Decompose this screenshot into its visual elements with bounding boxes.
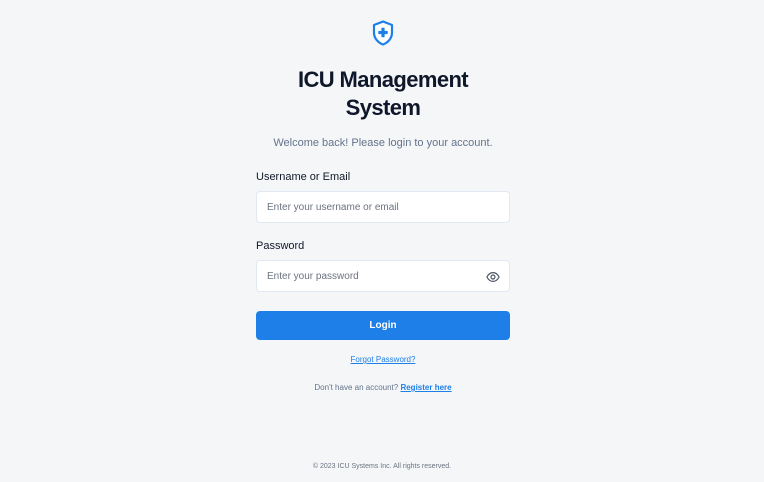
username-input[interactable] <box>257 192 509 222</box>
username-field-container <box>256 191 510 223</box>
register-row: Don't have an account? Register here <box>256 382 510 394</box>
password-label: Password <box>256 240 305 252</box>
forgot-password-link[interactable]: Forgot Password? <box>351 355 416 364</box>
register-link[interactable]: Register here <box>400 383 451 392</box>
login-button[interactable]: Login <box>256 311 510 340</box>
password-field-container <box>256 260 510 292</box>
password-input[interactable] <box>257 261 509 291</box>
eye-icon[interactable] <box>486 270 500 284</box>
login-panel: ICU Management System Welcome back! Plea… <box>256 20 510 394</box>
username-label: Username or Email <box>256 171 351 183</box>
welcome-subtitle: Welcome back! Please login to your accou… <box>273 137 493 149</box>
forgot-password-row: Forgot Password? <box>256 352 510 366</box>
shield-plus-icon <box>372 20 394 46</box>
register-prompt: Don't have an account? <box>314 383 399 392</box>
footer-copyright: © 2023 ICU Systems Inc. All rights reser… <box>312 463 452 470</box>
page-title: ICU Management System <box>297 67 469 120</box>
